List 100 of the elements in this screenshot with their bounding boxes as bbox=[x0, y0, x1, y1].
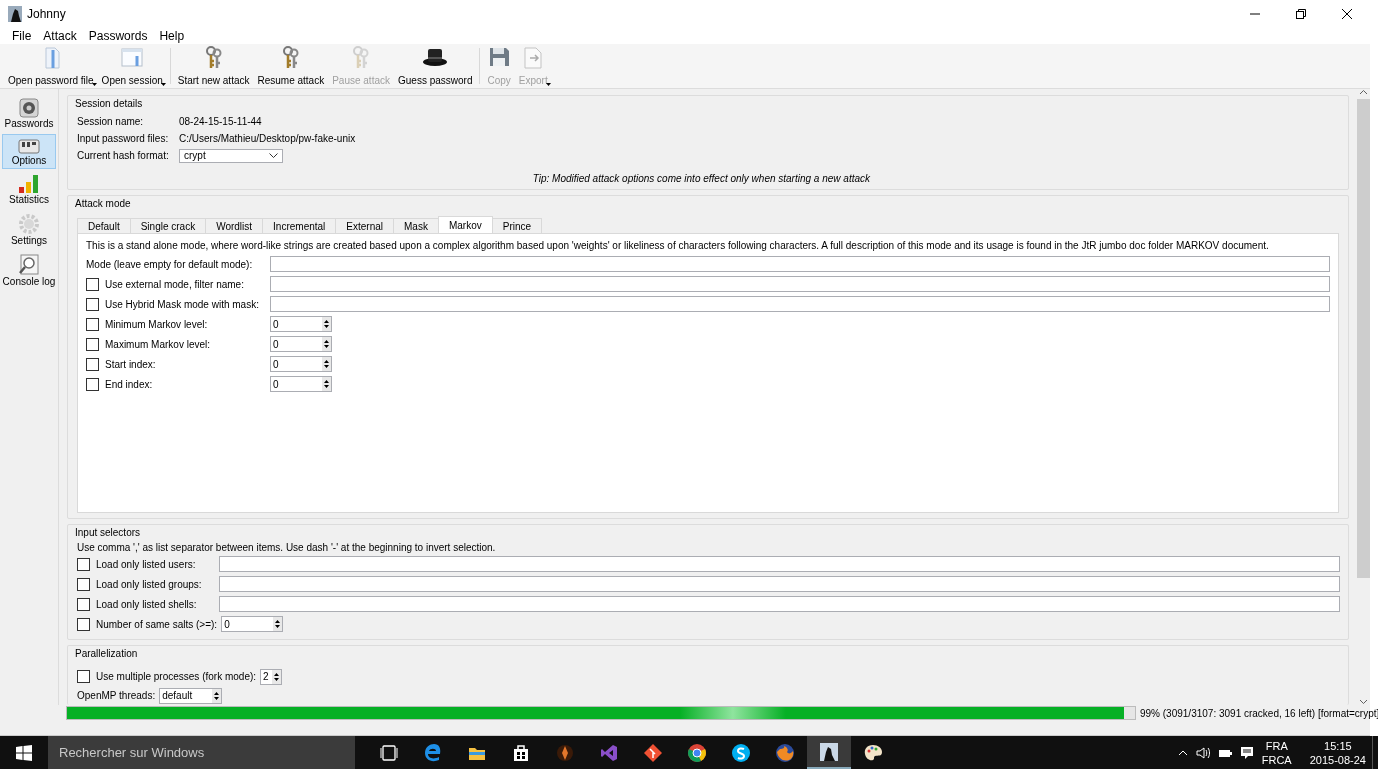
option-label: Mode (leave empty for default mode): bbox=[86, 258, 253, 270]
checkbox[interactable] bbox=[77, 597, 90, 611]
checkbox[interactable] bbox=[86, 317, 99, 331]
four-panes-icon bbox=[16, 744, 32, 761]
magnifier-icon bbox=[18, 254, 40, 276]
scroll-down-icon bbox=[1359, 698, 1368, 705]
spin-arrows-icon bbox=[322, 337, 331, 351]
option-label: Load only listed groups: bbox=[96, 578, 202, 590]
spin-box[interactable]: 0 bbox=[270, 316, 332, 332]
checkbox[interactable] bbox=[77, 670, 90, 683]
scroll-up-icon bbox=[1359, 89, 1368, 96]
window-title: Johnny bbox=[27, 7, 67, 21]
menu-item[interactable]: File bbox=[6, 28, 38, 44]
text-field[interactable] bbox=[219, 576, 1340, 592]
menu-item[interactable]: Help bbox=[153, 28, 191, 44]
sidebar-item[interactable]: Passwords bbox=[2, 95, 56, 132]
chevron-down-icon bbox=[269, 153, 278, 158]
keyboard-layout-indicator[interactable]: FRCA bbox=[1261, 752, 1292, 767]
toolbar-button[interactable]: Guess password bbox=[394, 46, 477, 86]
shopping-bag-icon bbox=[511, 742, 531, 763]
checkbox[interactable] bbox=[86, 377, 99, 391]
tab[interactable]: Markov bbox=[437, 216, 493, 233]
search-field[interactable]: Rechercher sur Windows bbox=[48, 736, 355, 769]
spin-box[interactable]: 0 bbox=[270, 336, 332, 352]
control-panel-icon bbox=[18, 137, 40, 155]
diamond-icon bbox=[643, 742, 663, 763]
spin-arrows-icon bbox=[272, 669, 282, 684]
text-field[interactable] bbox=[219, 556, 1340, 572]
group-title: Input selectors bbox=[74, 526, 142, 540]
field-label: Input password files: bbox=[77, 133, 170, 144]
bar-chart-icon bbox=[18, 174, 40, 194]
sidebar-item[interactable]: Console log bbox=[2, 251, 56, 290]
tab[interactable]: Single crack bbox=[129, 218, 207, 233]
text-field[interactable] bbox=[270, 296, 1330, 312]
checkbox[interactable] bbox=[86, 357, 99, 371]
toolbar-button[interactable]: Start new attack bbox=[173, 46, 254, 86]
text-field[interactable] bbox=[270, 256, 1330, 272]
tab[interactable]: Wordlist bbox=[205, 218, 264, 233]
spin-arrows-icon bbox=[322, 317, 331, 331]
speaker-icon[interactable] bbox=[1195, 746, 1210, 759]
checkbox[interactable] bbox=[86, 297, 99, 311]
ribbon-icon bbox=[599, 742, 619, 763]
sidebar-item[interactable]: Options bbox=[2, 134, 56, 169]
taskbar-button[interactable] bbox=[807, 736, 851, 769]
checkbox[interactable] bbox=[77, 557, 90, 571]
game-icon bbox=[555, 742, 575, 763]
spin-box[interactable]: default bbox=[159, 687, 223, 704]
spin-box[interactable]: 0 bbox=[270, 376, 332, 392]
option-label: Minimum Markov level: bbox=[105, 318, 208, 330]
battery-icon[interactable] bbox=[1217, 747, 1232, 758]
checkbox[interactable] bbox=[77, 617, 90, 631]
tab[interactable]: Incremental bbox=[262, 218, 337, 233]
menu-item[interactable]: Passwords bbox=[82, 28, 154, 44]
text-field[interactable] bbox=[270, 276, 1330, 292]
app-logo-icon bbox=[8, 6, 22, 22]
palette-icon bbox=[863, 742, 883, 763]
checkbox[interactable] bbox=[86, 337, 99, 351]
maximize-icon bbox=[1295, 8, 1307, 20]
tab[interactable]: Default bbox=[77, 218, 131, 233]
chevron-up-icon[interactable] bbox=[1177, 749, 1188, 756]
clock-date[interactable]: 2015-08-24 bbox=[1309, 752, 1366, 767]
spin-arrows-icon bbox=[322, 377, 331, 391]
description-text: This is a stand alone mode, where word-like strings are created based upon a complex algorithm based upon 'weights' or likeliness of characters following characters. A full description of this mode and its usage is found in the JtR jumbo doc folder MARKOV document. bbox=[86, 240, 1270, 251]
field-value: C:/Users/Mathieu/Desktop/pw-fake-unix bbox=[179, 133, 356, 144]
clock-time[interactable]: 15:15 bbox=[1324, 738, 1352, 753]
toolbar-button[interactable]: Resume attack bbox=[253, 46, 329, 86]
menu-item[interactable]: Attack bbox=[37, 28, 83, 44]
option-label: Load only listed users: bbox=[96, 558, 196, 570]
language-indicator[interactable]: FRA bbox=[1265, 738, 1288, 753]
option-label: Number of same salts (>=): bbox=[96, 618, 218, 630]
hint-text: Use comma ',' as list separator between items. Use dash '-' at the beginning to invert selection. bbox=[77, 542, 497, 553]
option-label: End index: bbox=[105, 378, 153, 390]
tip-text: Tip: Modified attack options come into effect only when starting a new attack bbox=[531, 172, 871, 184]
toolbar-button[interactable]: Open password file bbox=[4, 46, 98, 86]
scrollbar-thumb[interactable] bbox=[1357, 99, 1370, 578]
sidebar-item[interactable]: Statistics bbox=[2, 171, 56, 208]
task-view-icon bbox=[379, 742, 399, 763]
toolbar-button[interactable]: Open session bbox=[97, 46, 167, 86]
dropdown[interactable]: crypt bbox=[179, 148, 283, 163]
option-label: Use Hybrid Mask mode with mask: bbox=[105, 298, 259, 310]
option-label: Use multiple processes (fork mode): bbox=[96, 671, 257, 682]
globe-with-fox-icon bbox=[775, 742, 795, 763]
notification-icon[interactable] bbox=[1239, 745, 1254, 760]
option-label: Start index: bbox=[105, 358, 156, 370]
checkbox[interactable] bbox=[86, 277, 99, 291]
sidebar-item[interactable]: Settings bbox=[2, 210, 56, 249]
group-title: Parallelization bbox=[74, 647, 139, 661]
option-label: Use external mode, filter name: bbox=[105, 278, 244, 290]
close-icon bbox=[1341, 8, 1353, 20]
text-field[interactable] bbox=[219, 596, 1340, 612]
tab[interactable]: External bbox=[335, 218, 395, 233]
colored-circle-icon bbox=[687, 742, 707, 763]
spin-box[interactable]: 0 bbox=[270, 356, 332, 372]
spin-box[interactable]: 0 bbox=[221, 616, 284, 632]
tab[interactable]: Prince bbox=[491, 218, 543, 233]
spin-box[interactable]: 2 bbox=[260, 668, 283, 685]
checkbox[interactable] bbox=[77, 577, 90, 591]
field-label: Session name: bbox=[77, 116, 145, 127]
settings-icon bbox=[18, 213, 40, 235]
tab[interactable]: Mask bbox=[393, 218, 439, 233]
